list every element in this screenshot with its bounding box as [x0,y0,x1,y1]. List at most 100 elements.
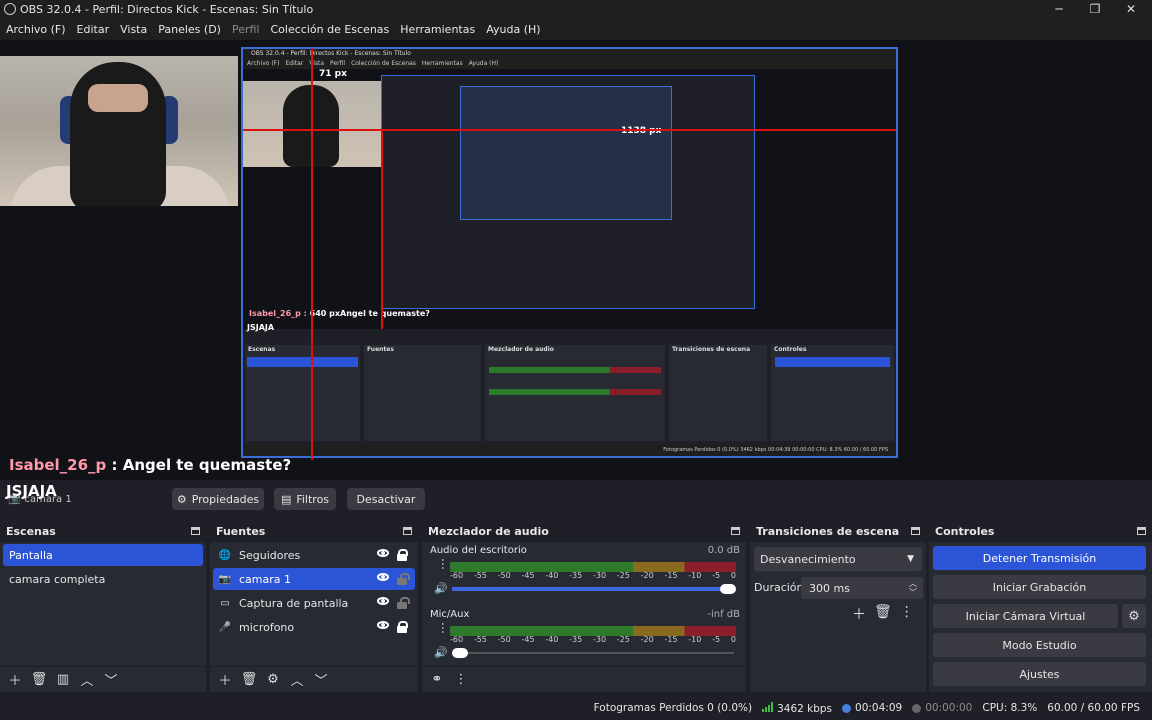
lock-icon[interactable] [397,549,408,561]
chat-message: Angel te quemaste? [122,456,292,474]
source-item-microfono[interactable]: 🎤 microfono [213,616,415,638]
menu-herramientas[interactable]: Herramientas [400,23,475,36]
add-icon[interactable]: ＋ [852,604,866,624]
mixer-channel-mic: Mic/Aux -inf dB ⋯ -60 -55 -50 -45 -40 -35 -30-… [426,606,742,670]
trash-icon[interactable]: 🗑 [874,604,892,624]
record-time: 00:00:00 [912,702,972,714]
menu-vista[interactable]: Vista [120,23,147,36]
gear-icon[interactable]: ⚙ [264,672,282,687]
kebab-menu-icon[interactable]: ⋮ [452,672,470,687]
kebab-menu-icon[interactable]: ⋮ [900,604,914,624]
chevron-up-icon[interactable]: ︿ [78,670,96,689]
chat-overlay: Isabel_26_p : Angel te quemaste? [9,456,291,474]
undock-icon[interactable] [191,527,200,535]
eye-icon[interactable] [377,597,389,605]
speaker-icon[interactable]: 🔊 [434,646,448,659]
mixer-channel-desktop: Audio del escritorio 0.0 dB ⋯ -60 -55 -50-… [426,542,742,606]
measure-top-label: 71 px [319,69,347,79]
channel-name: Audio del escritorio [430,545,527,556]
source-item-seguidores[interactable]: 🌐 Seguidores [213,544,415,566]
trash-icon[interactable]: 🗑 [240,672,258,687]
source-item-camara-1[interactable]: 📷 camara 1 [213,568,415,590]
spin-arrows-icon[interactable]: ︿ ﹀ [909,579,917,597]
measure-right-label: 1138 px [621,126,662,136]
nested-preview: 71 px 1138 px Isabel_26_p : 640 pxAngel … [243,69,896,456]
maximize-button[interactable]: ❐ [1077,0,1113,18]
screen-capture-source[interactable]: OBS 32.0.4 - Perfil: Directos Kick - Esc… [241,47,898,458]
undock-icon[interactable] [403,527,412,535]
nested-menu-bar: Archivo (F) Editar Vista Perfil Colección de… [243,59,896,69]
unlock-icon[interactable] [397,597,410,609]
scene-item-pantalla[interactable]: Pantalla [3,544,203,566]
virtual-camera-settings-icon[interactable]: ⚙ [1122,604,1146,628]
filter-icon[interactable]: ▥ [54,672,72,687]
undock-icon[interactable] [731,527,740,535]
undock-icon[interactable] [911,527,920,535]
transition-select[interactable]: Desvanecimiento ▼ [754,547,922,571]
deactivate-button[interactable]: Desactivar [347,488,425,510]
menu-archivo[interactable]: Archivo (F) [6,23,66,36]
start-recording-button[interactable]: Iniciar Grabación [933,575,1146,599]
stop-stream-button[interactable]: Detener Transmisión [933,546,1146,570]
scene-item-camara-completa[interactable]: camara completa [3,568,203,590]
source-item-captura-pantalla[interactable]: ▭ Captura de pantalla [213,592,415,614]
eye-icon[interactable] [377,549,389,557]
webcam-feed[interactable] [0,56,238,206]
stream-status-icon [842,703,852,713]
volume-slider[interactable] [452,584,736,594]
eye-icon[interactable] [377,621,389,629]
menu-paneles[interactable]: Paneles (D) [158,23,221,36]
chevron-down-icon[interactable]: ﹀ [102,670,120,689]
status-bar: Fotogramas Perdidos 0 (0.0%) 3462 kbps 0… [0,696,1152,720]
monitor-icon: ▭ [220,597,230,609]
cpu-usage: CPU: 8.3% [982,702,1038,714]
unlock-icon[interactable] [397,573,410,585]
chevron-down-icon[interactable]: ﹀ [312,670,330,689]
duration-label: Duración [754,581,804,594]
add-icon[interactable]: ＋ [216,670,234,689]
studio-mode-button[interactable]: Modo Estudio [933,633,1146,657]
undock-icon[interactable] [1137,527,1146,535]
transition-tools: ＋ 🗑 ⋮ [852,604,914,624]
duration-spinbox[interactable]: 300 ms ︿ ﹀ [801,577,923,599]
eye-icon[interactable] [377,573,389,581]
link-icon[interactable]: ⚭ [428,672,446,687]
chat-overlay-text: JSJAJA [6,482,57,500]
chevron-up-icon[interactable]: ︿ [288,670,306,689]
microphone-icon: 🎤 [218,621,232,633]
stream-time: 00:04:09 [842,702,902,714]
nested-docks: Escenas Fuentes Mezclador de audio Trans… [243,345,896,445]
kebab-menu-icon[interactable]: ⋯ [436,558,450,570]
properties-button[interactable]: ⚙ Propiedades [172,488,264,510]
chevron-down-icon: ▼ [907,554,914,564]
settings-button[interactable]: Ajustes [933,662,1146,686]
filter-icon: ▤ [280,492,292,506]
speaker-icon[interactable]: 🔊 [434,582,448,595]
nested-jsjaja: JSJAJA [247,323,275,332]
scenes-dock: Escenas Pantalla camara completa ＋ 🗑 ▥ ︿… [0,520,206,692]
volume-slider[interactable] [452,648,734,658]
mixer-title: Mezclador de audio [428,524,549,538]
lock-icon[interactable] [397,621,408,633]
menu-ayuda[interactable]: Ayuda (H) [486,23,540,36]
nested-chat-user: Isabel_26_p : [249,309,310,318]
close-button[interactable]: ✕ [1113,0,1149,18]
title-bar: OBS 32.0.4 - Perfil: Directos Kick - Esc… [0,0,1152,18]
menu-perfil[interactable]: Perfil [232,23,260,36]
kebab-menu-icon[interactable]: ⋯ [436,622,450,634]
window-title: OBS 32.0.4 - Perfil: Directos Kick - Esc… [20,2,314,16]
record-status-icon [912,703,922,713]
dropped-frames: Fotogramas Perdidos 0 (0.0%) [593,702,753,714]
filters-button[interactable]: ▤ Filtros [274,488,336,510]
preview-canvas[interactable]: OBS 32.0.4 - Perfil: Directos Kick - Esc… [0,40,1152,480]
add-icon[interactable]: ＋ [6,670,24,689]
trash-icon[interactable]: 🗑 [30,672,48,687]
sources-title: Fuentes [216,524,266,538]
globe-icon: 🌐 [218,549,232,561]
start-virtual-camera-button[interactable]: Iniciar Cámara Virtual [933,604,1118,628]
obs-logo-icon [4,3,16,15]
minimize-button[interactable]: ─ [1041,0,1077,18]
menu-editar[interactable]: Editar [77,23,110,36]
transitions-title: Transiciones de escena [756,524,900,538]
menu-coleccion-escenas[interactable]: Colección de Escenas [271,23,390,36]
